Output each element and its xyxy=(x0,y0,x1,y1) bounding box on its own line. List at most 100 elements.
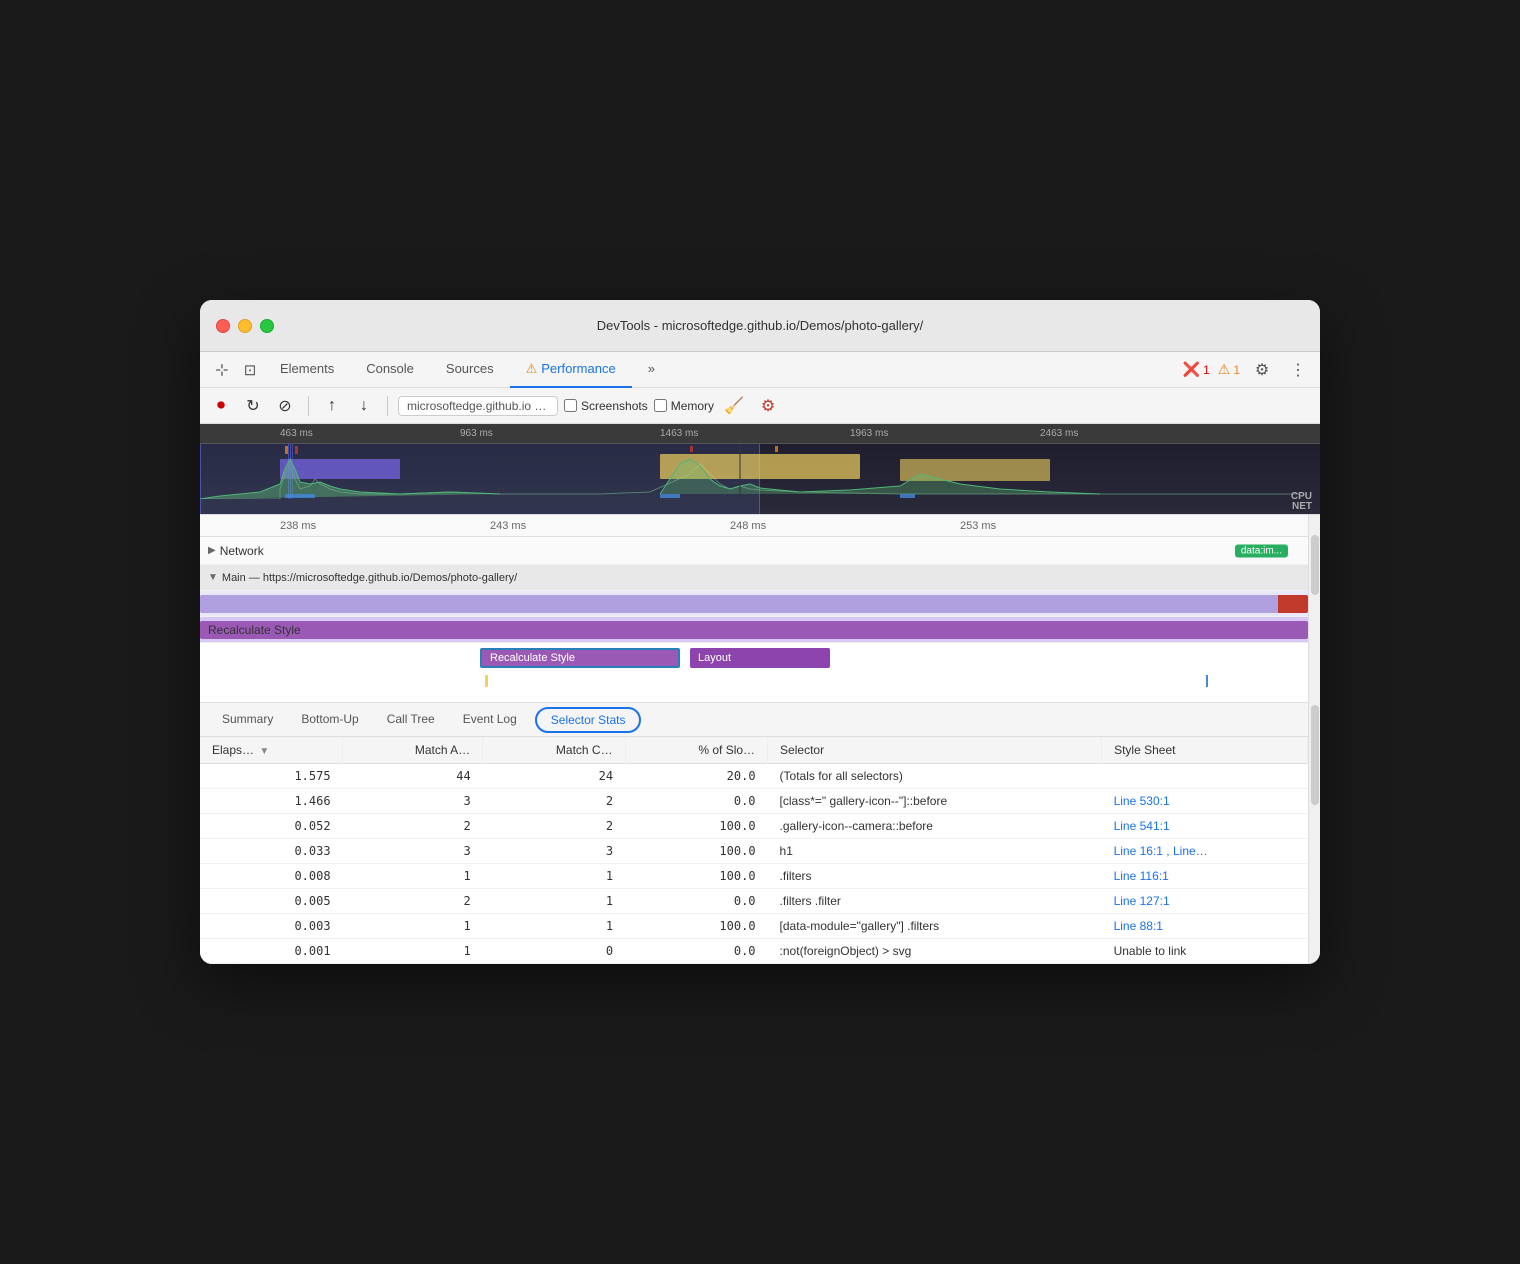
cell-match-a-1: 3 xyxy=(343,789,483,814)
ruler-tick-4: 2463 ms xyxy=(1040,428,1078,439)
network-expand-icon[interactable]: ▶ xyxy=(208,545,216,556)
flame-layout[interactable]: Layout xyxy=(690,648,830,668)
flame-recalc-selected[interactable]: Recalculate Style xyxy=(480,648,680,668)
cleanup-icon[interactable]: 🧹 xyxy=(720,392,748,420)
track-scrollbar[interactable] xyxy=(1308,515,1320,703)
cell-selector-7: :not(foreignObject) > svg xyxy=(768,939,1102,964)
col-match-count[interactable]: Match C… xyxy=(483,737,625,764)
table-row: 0.052 2 2 100.0 .gallery-icon--camera::b… xyxy=(200,814,1308,839)
title-bar: DevTools - microsoftedge.github.io/Demos… xyxy=(200,300,1320,352)
cell-stylesheet-4[interactable]: Line 116:1 xyxy=(1102,864,1308,889)
record-button[interactable]: ⏺ xyxy=(208,393,234,419)
table-row: 0.033 3 3 100.0 h1 Line 16:1 , Line… xyxy=(200,839,1308,864)
traffic-lights xyxy=(216,319,274,333)
main-label-text: Main — https://microsoftedge.github.io/D… xyxy=(222,572,517,584)
warn-badge[interactable]: ⚠ 1 xyxy=(1218,361,1240,378)
close-button[interactable] xyxy=(216,319,230,333)
cell-stylesheet-2[interactable]: Line 541:1 xyxy=(1102,814,1308,839)
detail-tick-1: 243 ms xyxy=(490,520,526,532)
flame-layout-label: Layout xyxy=(698,652,731,664)
perf-settings-icon[interactable]: ⚙ xyxy=(754,392,782,420)
cell-elapsed-3: 0.033 xyxy=(200,839,343,864)
tab-elements[interactable]: Elements xyxy=(264,352,350,388)
tab-summary[interactable]: Summary xyxy=(208,703,287,737)
maximize-button[interactable] xyxy=(260,319,274,333)
flame-area: Recalculate Style Layout xyxy=(200,643,1308,703)
scrollbar-thumb[interactable] xyxy=(1311,535,1319,595)
cell-pct-5: 0.0 xyxy=(625,889,767,914)
cell-stylesheet-6[interactable]: Line 88:1 xyxy=(1102,914,1308,939)
error-icon: ❌ xyxy=(1183,361,1200,378)
minimize-button[interactable] xyxy=(238,319,252,333)
selector-stats-label: Selector Stats xyxy=(551,713,626,727)
cell-match-c-2: 2 xyxy=(483,814,625,839)
col-match-attempts[interactable]: Match A… xyxy=(343,737,483,764)
task-block[interactable] xyxy=(200,595,1308,613)
cpu-visualization xyxy=(200,444,1320,499)
overview-visual[interactable]: CPU NET xyxy=(200,444,1320,514)
screenshots-checkbox[interactable] xyxy=(564,399,577,412)
flame-marker xyxy=(485,675,488,687)
window-title: DevTools - microsoftedge.github.io/Demos… xyxy=(597,318,924,333)
cell-pct-6: 100.0 xyxy=(625,914,767,939)
cell-stylesheet-0 xyxy=(1102,764,1308,789)
cell-pct-7: 0.0 xyxy=(625,939,767,964)
network-track: ▶ Network data:im... xyxy=(200,537,1308,565)
cell-stylesheet-3[interactable]: Line 16:1 , Line… xyxy=(1102,839,1308,864)
settings-icon[interactable]: ⚙ xyxy=(1248,356,1276,384)
cell-match-a-0: 44 xyxy=(343,764,483,789)
table-row: 0.005 2 1 0.0 .filters .filter Line 127:… xyxy=(200,889,1308,914)
cell-elapsed-1: 1.466 xyxy=(200,789,343,814)
cell-match-c-6: 1 xyxy=(483,914,625,939)
cell-stylesheet-1[interactable]: Line 530:1 xyxy=(1102,789,1308,814)
tab-more[interactable]: » xyxy=(632,352,671,388)
memory-checkbox[interactable] xyxy=(654,399,667,412)
cell-stylesheet-7: Unable to link xyxy=(1102,939,1308,964)
detail-tick-2: 248 ms xyxy=(730,520,766,532)
tab-console[interactable]: Console xyxy=(350,352,430,388)
cell-match-c-1: 2 xyxy=(483,789,625,814)
tab-event-log[interactable]: Event Log xyxy=(449,703,531,737)
menu-icon[interactable]: ⋮ xyxy=(1284,356,1312,384)
col-pct-slow[interactable]: % of Slo… xyxy=(625,737,767,764)
clear-button[interactable]: ⊘ xyxy=(272,393,298,419)
col-elapsed-label: Elaps… xyxy=(212,743,254,757)
bottom-scrollbar[interactable] xyxy=(1308,703,1320,964)
url-filter[interactable]: microsoftedge.github.io … xyxy=(398,396,558,416)
error-badge[interactable]: ❌ 1 xyxy=(1183,361,1210,378)
cell-pct-0: 20.0 xyxy=(625,764,767,789)
memory-checkbox-label[interactable]: Memory xyxy=(654,399,714,413)
cell-match-a-4: 1 xyxy=(343,864,483,889)
divider1 xyxy=(308,396,309,416)
inspect-icon[interactable]: ⊹ xyxy=(208,356,236,384)
error-count: 1 xyxy=(1203,363,1210,377)
download-icon[interactable]: ↓ xyxy=(351,393,377,419)
cell-selector-4: .filters xyxy=(768,864,1102,889)
bottom-scrollbar-thumb[interactable] xyxy=(1311,705,1319,805)
cell-match-c-3: 3 xyxy=(483,839,625,864)
warn-icon: ⚠ xyxy=(1218,361,1231,378)
col-stylesheet[interactable]: Style Sheet xyxy=(1102,737,1308,764)
upload-icon[interactable]: ↑ xyxy=(319,393,345,419)
col-elapsed[interactable]: Elaps… ▼ xyxy=(200,737,343,764)
cell-selector-5: .filters .filter xyxy=(768,889,1102,914)
tab-bottom-up[interactable]: Bottom-Up xyxy=(287,703,372,737)
cell-match-a-6: 1 xyxy=(343,914,483,939)
recalc-block[interactable] xyxy=(200,621,1308,639)
screenshots-checkbox-label[interactable]: Screenshots xyxy=(564,399,648,413)
task-block-red xyxy=(1278,595,1308,613)
col-selector[interactable]: Selector xyxy=(768,737,1102,764)
network-data-badge: data:im... xyxy=(1235,544,1288,557)
tab-sources[interactable]: Sources xyxy=(430,352,510,388)
ruler-tick-3: 1963 ms xyxy=(850,428,888,439)
cell-stylesheet-5[interactable]: Line 127:1 xyxy=(1102,889,1308,914)
tab-performance[interactable]: ⚠ Performance xyxy=(510,352,632,388)
device-toggle-icon[interactable]: ⊡ xyxy=(236,356,264,384)
tab-bar: ⊹ ⊡ Elements Console Sources ⚠ Performan… xyxy=(200,352,1320,388)
main-collapse-icon[interactable]: ▼ xyxy=(208,572,218,583)
flame-recalc-label: Recalculate Style xyxy=(490,652,575,664)
table-row: 1.466 3 2 0.0 [class*=" gallery-icon--"]… xyxy=(200,789,1308,814)
tab-call-tree[interactable]: Call Tree xyxy=(373,703,449,737)
reload-button[interactable]: ↻ xyxy=(240,393,266,419)
tab-selector-stats[interactable]: Selector Stats xyxy=(535,707,642,733)
